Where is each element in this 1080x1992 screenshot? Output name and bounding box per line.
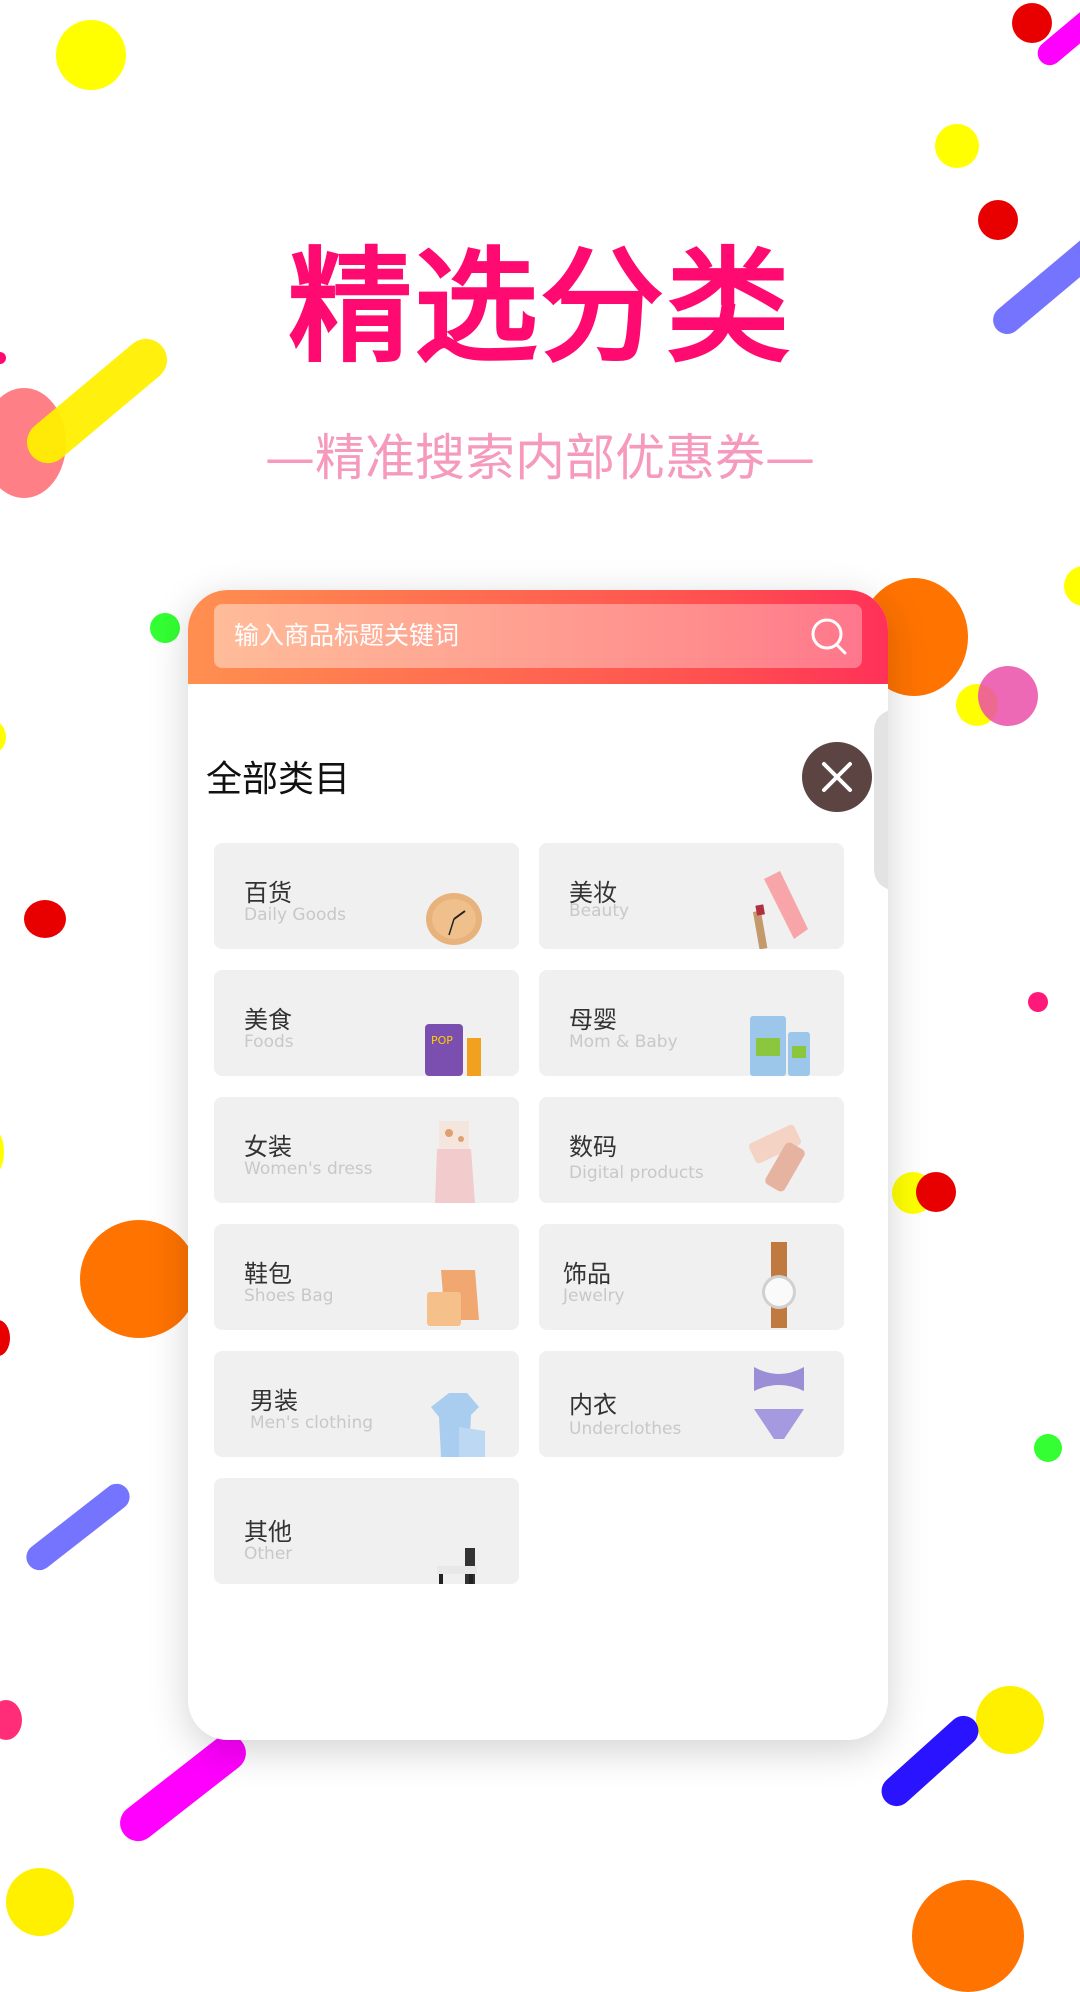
svg-text:POP: POP <box>431 1034 453 1047</box>
decor-dot <box>24 900 66 938</box>
decor-dot <box>935 124 979 168</box>
decor-bar <box>875 1709 985 1813</box>
category-name-en: Jewelry <box>563 1286 625 1306</box>
category-name-en: Men's clothing <box>250 1413 374 1433</box>
watch-icon <box>762 1242 796 1328</box>
milk-powder-icon <box>750 1016 810 1076</box>
category-name: 美食 <box>244 1006 292 1034</box>
decor-dot <box>80 1220 198 1338</box>
decor-dot <box>1034 1434 1062 1462</box>
category-tile-jewelry[interactable]: 饰品 Jewelry <box>539 1224 844 1330</box>
page-subtitle: —精准搜索内部优惠券— <box>265 429 815 487</box>
category-tile-daily-goods[interactable]: 百货 Daily Goods <box>214 843 519 949</box>
decor-dot <box>150 613 180 643</box>
category-tile-underclothes[interactable]: 内衣 Underclothes <box>539 1351 844 1457</box>
decor-dot <box>976 1686 1044 1754</box>
decor-dot <box>912 1880 1024 1992</box>
category-tile-digital[interactable]: 数码 Digital products <box>539 1097 844 1203</box>
category-name-en: Underclothes <box>569 1419 682 1439</box>
decor-dot <box>56 20 126 90</box>
decor-dot <box>978 666 1038 726</box>
category-name-en: Women's dress <box>244 1159 373 1179</box>
close-button[interactable] <box>802 742 872 812</box>
shirt-icon <box>431 1393 485 1457</box>
bag-icon <box>427 1270 479 1326</box>
clock-icon <box>426 893 482 945</box>
category-name-en: Digital products <box>569 1163 704 1183</box>
category-tile-mom-baby[interactable]: 母婴 Mom & Baby <box>539 970 844 1076</box>
chair-icon <box>437 1548 477 1584</box>
decor-dot <box>1028 992 1048 1012</box>
category-name: 饰品 <box>563 1260 611 1288</box>
decor-bar <box>112 1727 254 1849</box>
decor-dot <box>916 1172 956 1212</box>
decor-dot <box>0 1132 4 1172</box>
decor-dot <box>0 1320 10 1356</box>
side-drawer-handle[interactable] <box>874 710 888 890</box>
category-name: 数码 <box>569 1133 617 1161</box>
search-icon[interactable] <box>810 617 848 655</box>
category-name-en: Daily Goods <box>244 905 347 925</box>
cosmetics-icon <box>752 871 808 949</box>
dress-icon <box>435 1121 475 1203</box>
category-name: 百货 <box>244 879 292 907</box>
search-header: 输入商品标题关键词 <box>188 590 888 684</box>
phone-icon <box>749 1124 805 1192</box>
category-name: 男装 <box>250 1387 298 1415</box>
close-icon <box>822 762 852 792</box>
category-name: 其他 <box>244 1518 292 1546</box>
category-tile-beauty[interactable]: 美妆 Beauty <box>539 843 844 949</box>
decor-dot <box>6 1868 74 1936</box>
decor-dot <box>0 1700 22 1740</box>
category-name-en: Foods <box>244 1032 294 1052</box>
underwear-icon <box>754 1367 804 1439</box>
decor-dot <box>978 200 1018 240</box>
section-title: 全部类目 <box>206 759 351 800</box>
decor-dot <box>0 722 6 752</box>
category-tile-other[interactable]: 其他 Other <box>214 1478 519 1584</box>
category-name-en: Other <box>244 1544 293 1564</box>
search-input[interactable]: 输入商品标题关键词 <box>214 604 862 668</box>
decor-dot <box>1012 3 1052 43</box>
decor-bar <box>21 1478 135 1576</box>
category-tile-mens-clothing[interactable]: 男装 Men's clothing <box>214 1351 519 1457</box>
category-panel: 输入商品标题关键词 全部类目 百货 Daily Goods 美妆 Beauty … <box>188 590 888 1740</box>
category-tile-womens-dress[interactable]: 女装 Women's dress <box>214 1097 519 1203</box>
category-name-en: Beauty <box>569 901 630 921</box>
search-placeholder: 输入商品标题关键词 <box>234 621 460 650</box>
category-name: 鞋包 <box>244 1260 292 1288</box>
category-name: 母婴 <box>569 1006 617 1034</box>
category-name-en: Mom & Baby <box>569 1032 678 1052</box>
category-tile-shoes-bag[interactable]: 鞋包 Shoes Bag <box>214 1224 519 1330</box>
category-name: 女装 <box>244 1133 292 1161</box>
decor-dot <box>1064 566 1080 606</box>
snack-icon: POP <box>425 1024 481 1076</box>
category-tile-foods[interactable]: 美食 Foods POP <box>214 970 519 1076</box>
category-name-en: Shoes Bag <box>244 1286 334 1306</box>
page-title: 精选分类 <box>287 236 792 380</box>
category-name: 内衣 <box>569 1391 617 1419</box>
